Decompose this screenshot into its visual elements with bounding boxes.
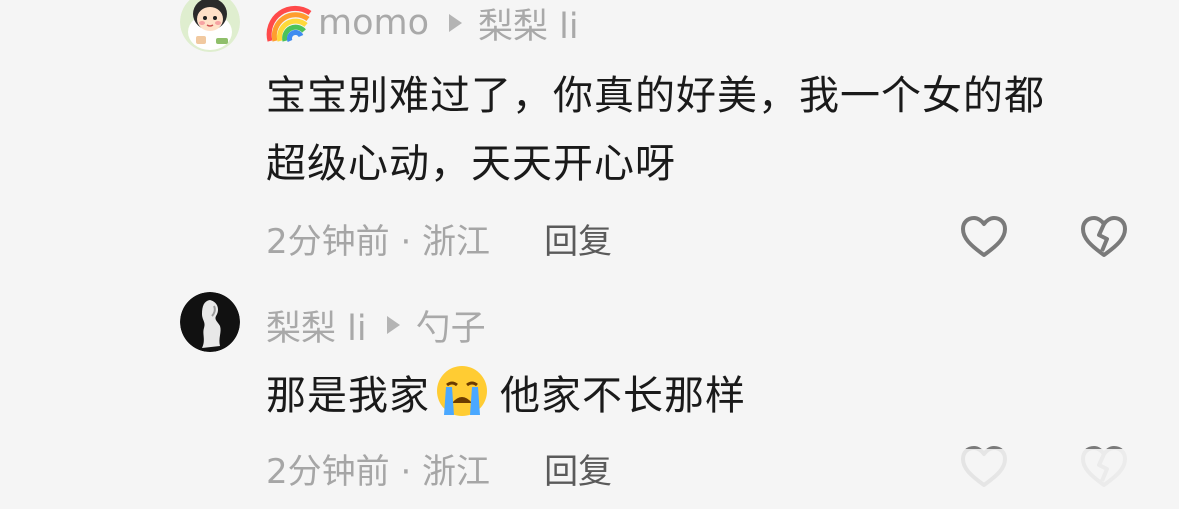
comment-meta: 2分钟前 · 浙江 回复 [266, 214, 612, 262]
crying-face-emoji-icon [437, 366, 487, 416]
avatar[interactable] [180, 0, 240, 52]
cartoon-girl-avatar-icon [180, 0, 240, 52]
comment-time-location: 2分钟前 · 浙江 [266, 451, 491, 492]
comment-author-line: momo 梨梨 li [266, 0, 579, 48]
comment-meta: 2分钟前 · 浙江 回复 [266, 444, 612, 492]
comment-time-location: 2分钟前 · 浙江 [266, 221, 491, 262]
dislike-broken-heart-icon[interactable] [1080, 215, 1128, 259]
comment-body: 宝宝别难过了，你真的好美，我一个女的都 超级心动，天天开心呀 [266, 62, 1126, 198]
comment-author-name[interactable]: 梨梨 li [266, 300, 367, 351]
reply-button[interactable]: 回复 [544, 214, 612, 263]
comment-body-line: 超级心动，天天开心呀 [266, 141, 676, 187]
like-heart-icon[interactable] [960, 215, 1008, 259]
comment-author-name[interactable]: momo [318, 3, 429, 43]
comment-body-text: 那是我家 [266, 373, 430, 419]
comment-author-line: 梨梨 li 勺子 [266, 300, 486, 350]
comment-thread: momo 梨梨 li 宝宝别难过了，你真的好美，我一个女的都 超级心动，天天开心… [0, 0, 1179, 509]
comment-body-line: 宝宝别难过了，你真的好美，我一个女的都 [266, 73, 1045, 119]
reply-button[interactable]: 回复 [544, 444, 612, 493]
comment-body-text: 他家不长那样 [500, 373, 746, 419]
bw-photo-avatar-icon [180, 292, 240, 352]
rainbow-icon [266, 5, 312, 43]
avatar[interactable] [180, 292, 240, 352]
reply-to-name[interactable]: 梨梨 li [478, 0, 579, 49]
reply-arrow-icon [386, 316, 400, 334]
reply-to-name[interactable]: 勺子 [416, 300, 486, 351]
reply-arrow-icon [449, 14, 463, 32]
watermark-overlay [839, 449, 1179, 509]
comment-body: 那是我家 他家不长那样 [266, 362, 1126, 430]
